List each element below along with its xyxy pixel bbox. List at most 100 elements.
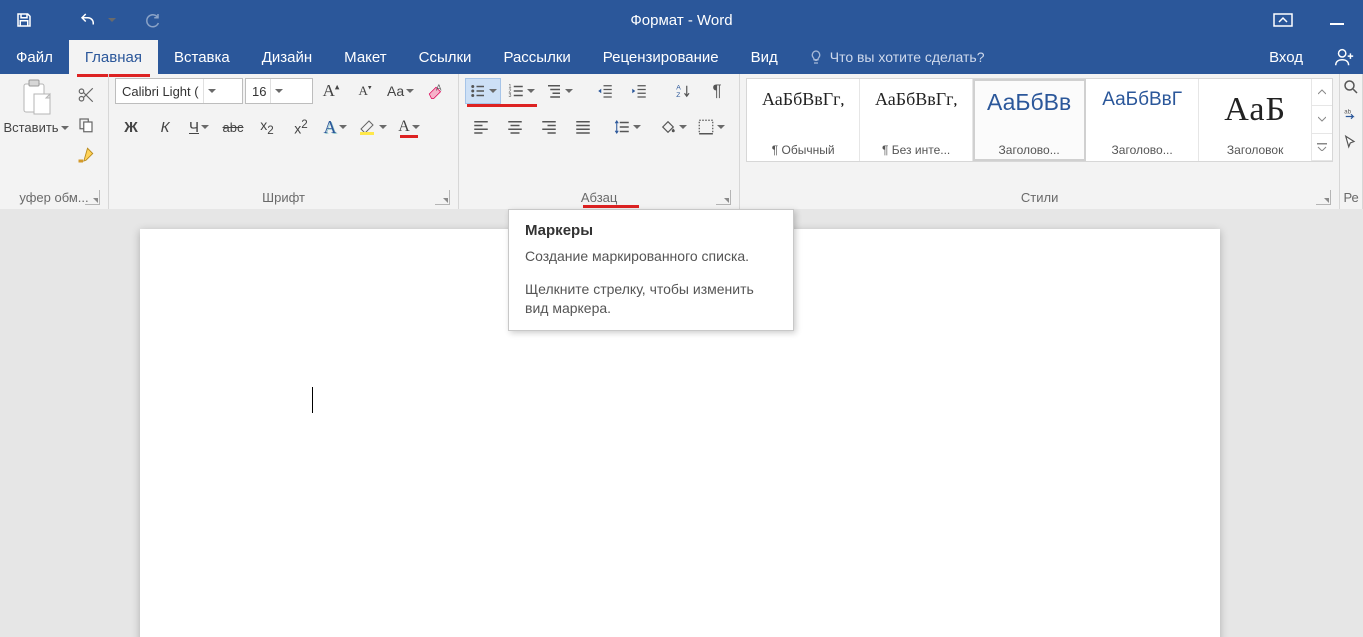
clipboard-dialog-launcher[interactable] [85, 190, 100, 205]
share-account-button[interactable] [1327, 40, 1361, 74]
style-name: ¶ Без инте... [864, 143, 968, 161]
font-name-dropdown[interactable] [203, 79, 216, 103]
increase-indent-button[interactable] [623, 78, 655, 104]
tab-view[interactable]: Вид [735, 40, 794, 74]
group-clipboard: Вставить уфер обм... [0, 74, 109, 209]
svg-text:3: 3 [509, 93, 512, 99]
style-preview: АаБбВвГг, [864, 83, 968, 110]
undo-button[interactable] [70, 0, 106, 40]
italic-button[interactable]: К [149, 114, 181, 140]
change-case-button[interactable]: Aa [383, 78, 418, 104]
multilevel-icon [545, 82, 563, 100]
chevron-up-icon [1318, 89, 1326, 95]
ribbon-display-options-button[interactable] [1265, 0, 1301, 40]
tooltip-line1: Создание маркированного списка. [525, 247, 777, 266]
tooltip-line2: Щелкните стрелку, чтобы изменить вид мар… [525, 280, 777, 318]
svg-text:A: A [436, 83, 442, 92]
tooltip-title: Маркеры [525, 222, 777, 239]
clear-formatting-button[interactable]: A [420, 78, 452, 104]
tab-review[interactable]: Рецензирование [587, 40, 735, 74]
redo-button[interactable] [134, 0, 170, 40]
superscript-button[interactable]: x2 [285, 114, 317, 140]
multilevel-list-button[interactable] [541, 78, 577, 104]
font-size-dropdown[interactable] [270, 79, 283, 103]
justify-icon [574, 118, 592, 136]
paragraph-group-label: Абзац [581, 190, 617, 205]
sign-in-button[interactable]: Вход [1259, 49, 1313, 66]
ribbon-tabs: Файл Главная Вставка Дизайн Макет Ссылки… [0, 40, 1363, 74]
styles-gallery-more[interactable] [1312, 79, 1332, 161]
styles-dialog-launcher[interactable] [1316, 190, 1331, 205]
paste-icon [18, 78, 54, 118]
align-left-icon [472, 118, 490, 136]
highlight-button[interactable] [353, 114, 391, 140]
copy-button[interactable] [70, 112, 102, 138]
borders-button[interactable] [693, 114, 729, 140]
bullets-button[interactable] [465, 78, 501, 104]
tell-me[interactable]: Что вы хотите сделать? [794, 40, 985, 74]
subscript-button[interactable]: x2 [251, 114, 283, 140]
replace-icon[interactable]: ab [1342, 106, 1360, 124]
text-cursor [312, 387, 313, 413]
shrink-font-button[interactable]: A▾ [349, 78, 381, 104]
font-color-button[interactable]: A [393, 114, 425, 140]
font-dialog-launcher[interactable] [435, 190, 450, 205]
underline-button[interactable]: Ч [183, 114, 215, 140]
bold-button[interactable]: Ж [115, 114, 147, 140]
style-no-spacing[interactable]: АаБбВвГг, ¶ Без инте... [860, 79, 973, 161]
font-size-combo[interactable]: 16 [245, 78, 313, 104]
style-normal[interactable]: АаБбВвГг, ¶ Обычный [747, 79, 860, 161]
align-center-button[interactable] [499, 114, 531, 140]
decrease-indent-button[interactable] [589, 78, 621, 104]
strikethrough-button[interactable]: abc [217, 114, 249, 140]
more-icon [1317, 143, 1327, 151]
style-preview: АаБбВвГг, [751, 83, 855, 110]
annotation-underline-paragraph [583, 205, 639, 208]
numbering-button[interactable]: 123 [503, 78, 539, 104]
ribbon-display-icon [1273, 13, 1293, 27]
align-left-button[interactable] [465, 114, 497, 140]
grow-font-button[interactable]: A▴ [315, 78, 347, 104]
styles-gallery[interactable]: АаБбВвГг, ¶ Обычный АаБбВвГг, ¶ Без инте… [746, 78, 1333, 162]
minimize-button[interactable] [1319, 0, 1355, 40]
paste-button[interactable]: Вставить [6, 78, 66, 135]
tabbar-right: Вход [1259, 40, 1363, 74]
font-name-combo[interactable]: Calibri Light ( [115, 78, 243, 104]
style-name: ¶ Обычный [751, 143, 855, 161]
format-painter-button[interactable] [70, 142, 102, 168]
paste-dropdown[interactable] [61, 126, 69, 130]
svg-text:A: A [676, 85, 681, 92]
line-spacing-button[interactable] [609, 114, 645, 140]
justify-button[interactable] [567, 114, 599, 140]
cut-button[interactable] [70, 82, 102, 108]
show-marks-button[interactable]: ¶ [701, 78, 733, 104]
save-button[interactable] [6, 0, 42, 40]
tab-home[interactable]: Главная [69, 40, 158, 74]
text-effects-button[interactable]: A [319, 114, 351, 140]
undo-dropdown[interactable] [108, 18, 116, 22]
find-icon[interactable] [1342, 78, 1360, 96]
tab-layout[interactable]: Макет [328, 40, 402, 74]
chevron-down-icon [1318, 116, 1326, 122]
align-right-button[interactable] [533, 114, 565, 140]
line-spacing-icon [613, 118, 631, 136]
minimize-icon [1329, 12, 1345, 28]
style-heading1[interactable]: АаБбВв Заголово... [973, 79, 1086, 161]
shading-button[interactable] [655, 114, 691, 140]
tab-references[interactable]: Ссылки [403, 40, 488, 74]
tab-mailings[interactable]: Рассылки [487, 40, 586, 74]
style-title[interactable]: АаБ Заголовок [1199, 79, 1312, 161]
style-heading2[interactable]: АаБбВвГ Заголово... [1086, 79, 1199, 161]
select-icon[interactable] [1342, 134, 1360, 152]
group-styles: АаБбВвГг, ¶ Обычный АаБбВвГг, ¶ Без инте… [740, 74, 1340, 209]
group-font: Calibri Light ( 16 A▴ A▾ Aa A Ж К Ч abc … [109, 74, 459, 209]
paste-label: Вставить [3, 120, 58, 135]
tab-file[interactable]: Файл [0, 40, 69, 74]
lightbulb-icon [808, 49, 824, 65]
annotation-underline-bullets [467, 104, 537, 107]
style-preview: АаБбВв [977, 83, 1081, 116]
tab-insert[interactable]: Вставка [158, 40, 246, 74]
sort-button[interactable]: AZ [667, 78, 699, 104]
tab-design[interactable]: Дизайн [246, 40, 328, 74]
paragraph-dialog-launcher[interactable] [716, 190, 731, 205]
